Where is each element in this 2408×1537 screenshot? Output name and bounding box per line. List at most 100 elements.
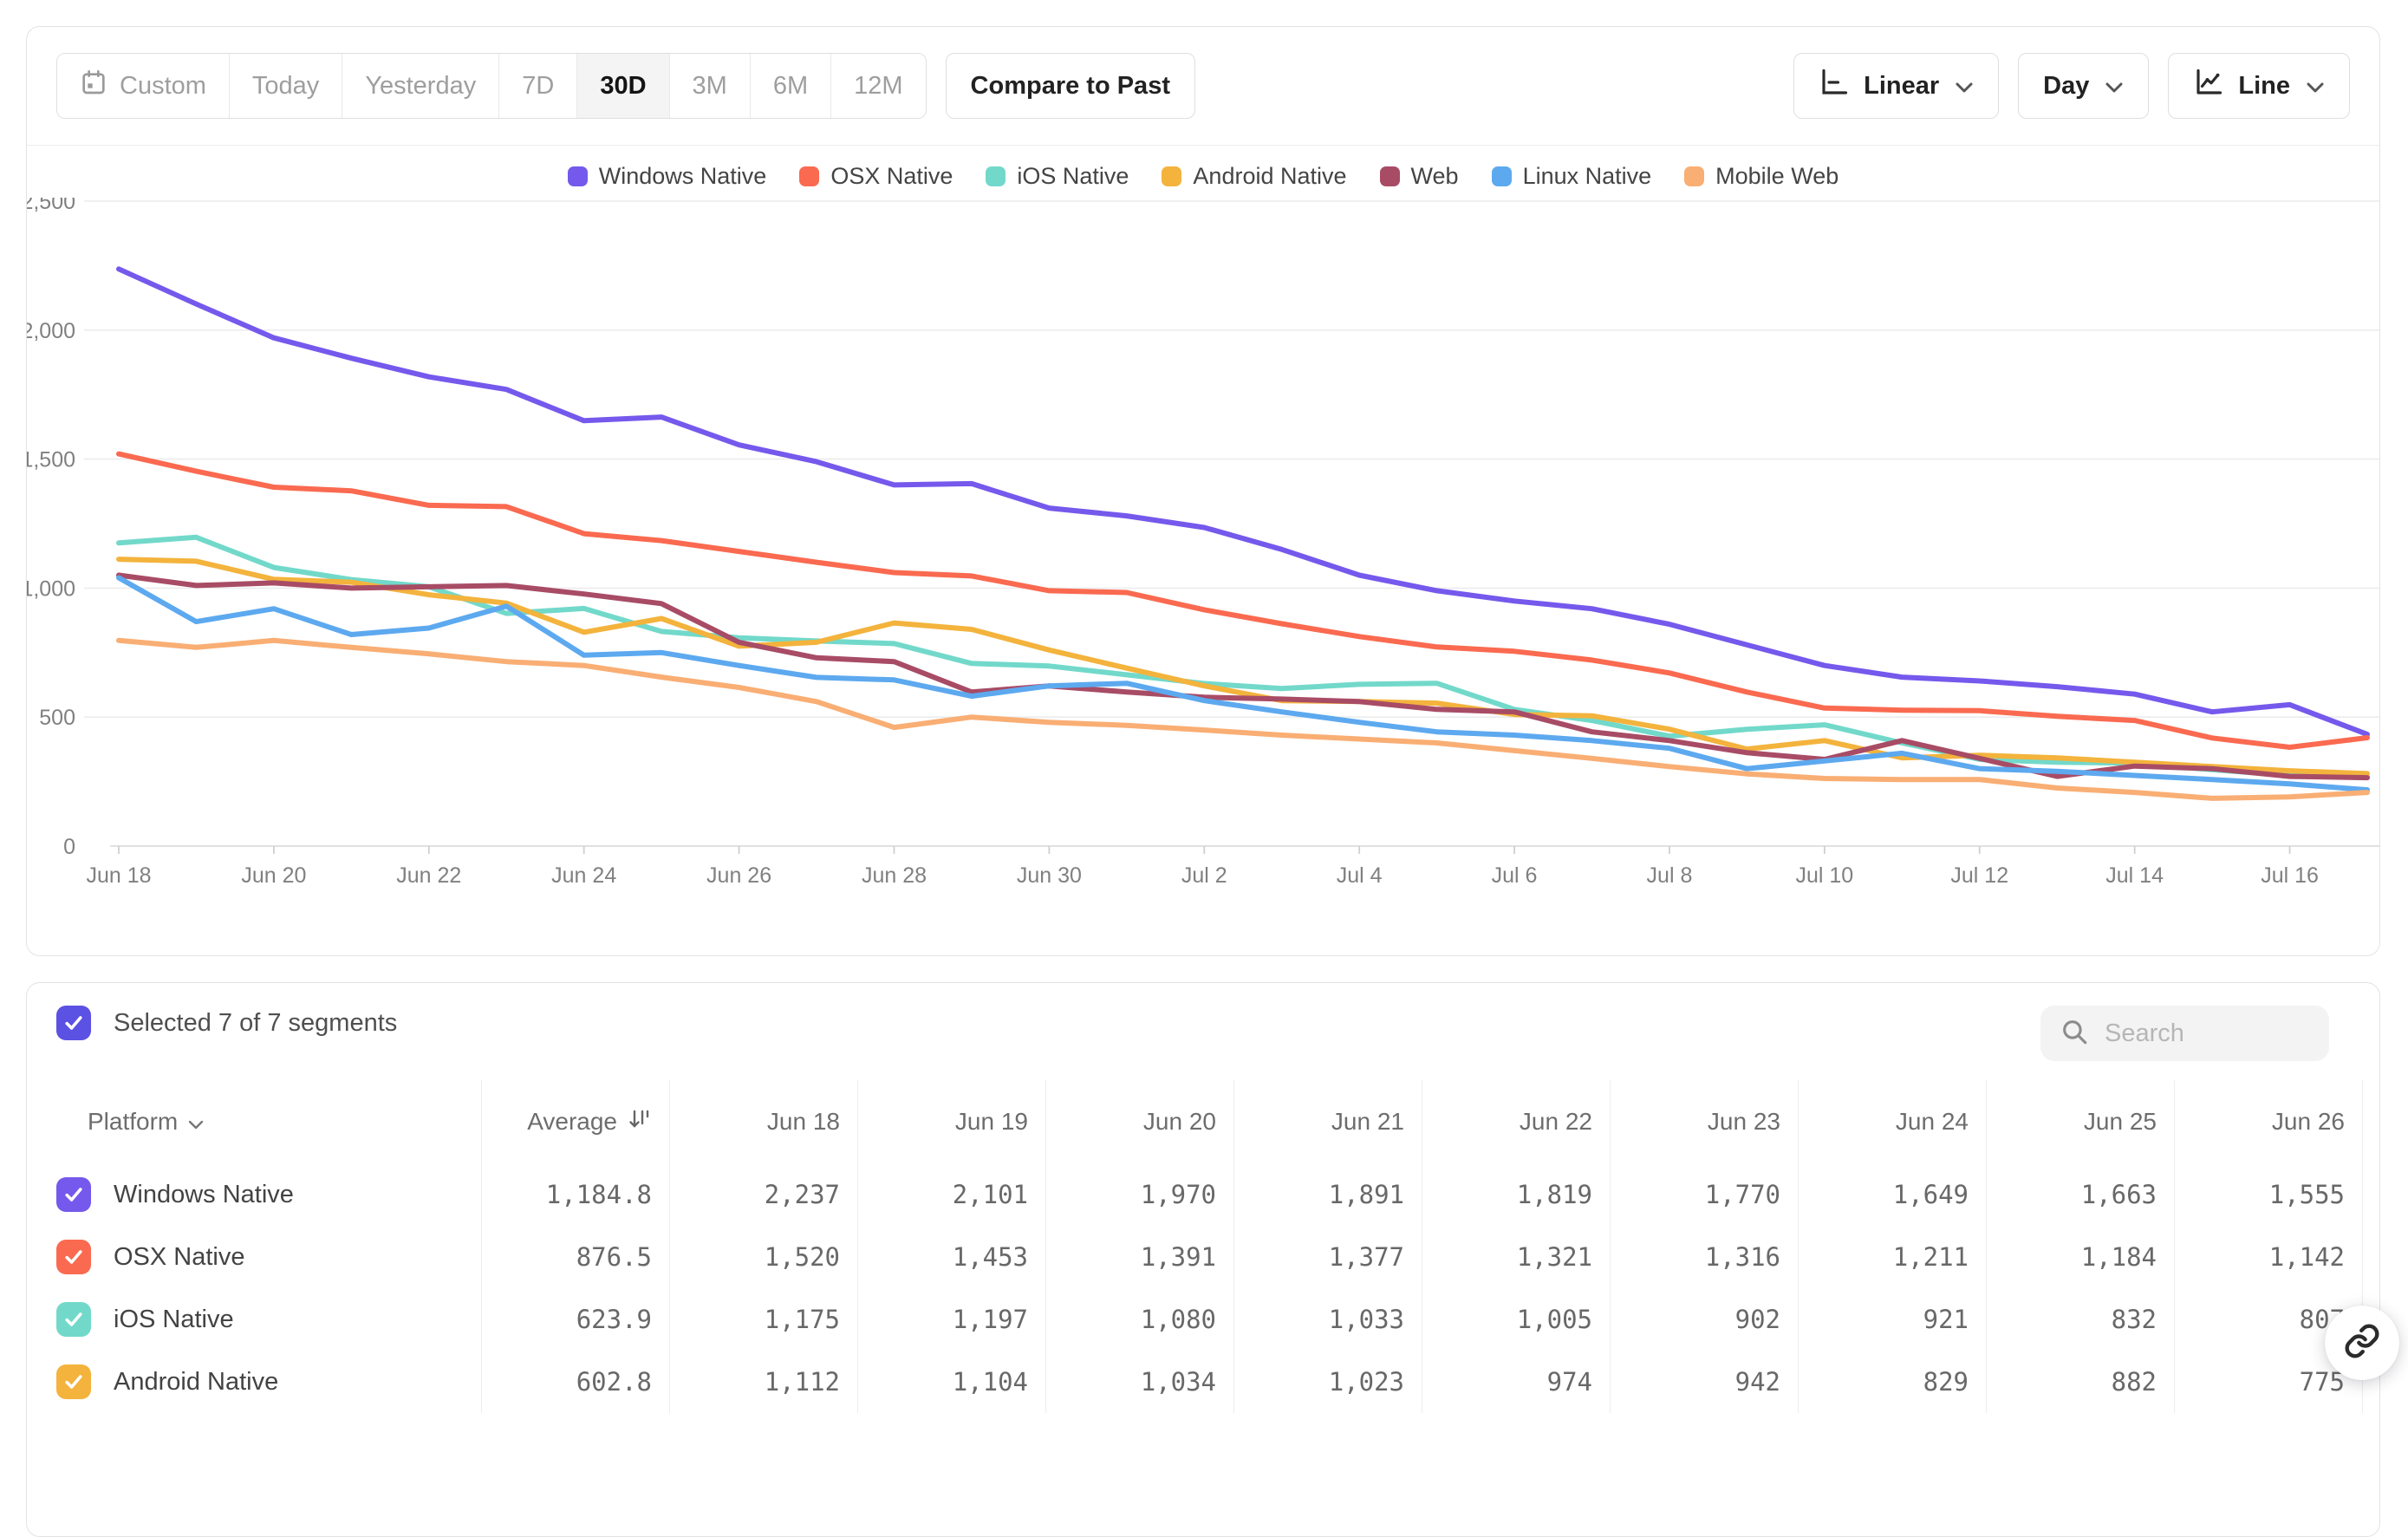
date-range-6m[interactable]: 6M [751,54,831,118]
selected-summary: Selected 7 of 7 segments [114,1009,397,1038]
cell-value: 942 [1735,1367,1780,1397]
select-all-checkbox[interactable] [56,1006,91,1040]
date-range-label: 6M [773,72,808,101]
legend-label: Windows Native [599,163,767,190]
series-line-windows-native[interactable] [119,269,2367,734]
row-checkbox[interactable] [56,1177,91,1212]
row-platform-label: Android Native [114,1368,278,1397]
svg-text:Jul 16: Jul 16 [2261,863,2319,888]
cell-value: 902 [1735,1305,1780,1334]
search-input[interactable] [2105,1019,2313,1048]
svg-text:Jul 8: Jul 8 [1647,863,1693,888]
svg-text:Jul 12: Jul 12 [1950,863,2008,888]
column-header-jun-26[interactable]: Jun 26 [2174,1080,2362,1163]
date-range-7d[interactable]: 7D [499,54,577,118]
column-header-jun-24[interactable]: Jun 24 [1798,1080,1986,1163]
cell-value: 1,033 [1329,1305,1404,1334]
column-header-platform[interactable]: Platform [27,1080,481,1163]
cell-value: 1,034 [1141,1367,1216,1397]
column-header-jun-23[interactable]: Jun 23 [1610,1080,1798,1163]
column-header-jun-21[interactable]: Jun 21 [1233,1080,1422,1163]
date-range-12m[interactable]: 12M [831,54,925,118]
cell-value: 2,237 [765,1180,840,1209]
date-range-custom[interactable]: Custom [57,54,230,118]
average-header-label: Average [527,1108,617,1136]
svg-text:Jul 2: Jul 2 [1181,863,1227,888]
date-range-yesterday[interactable]: Yesterday [342,54,499,118]
svg-text:1,000: 1,000 [27,576,75,601]
date-range-today[interactable]: Today [230,54,342,118]
copy-link-button[interactable] [2325,1306,2399,1380]
column-header-average[interactable]: Average [481,1080,669,1163]
legend-item[interactable]: Windows Native [568,163,767,190]
svg-text:0: 0 [63,835,75,859]
legend-item[interactable]: iOS Native [986,163,1129,190]
column-header-jun-20[interactable]: Jun 20 [1045,1080,1233,1163]
table-header-row: PlatformAverageJun 18Jun 19Jun 20Jun 21J… [27,1080,2379,1163]
legend-swatch [1380,166,1400,186]
cell-value: 876.5 [576,1242,652,1272]
cell-value: 2,101 [953,1180,1028,1209]
series-line-mobile-web[interactable] [119,641,2367,798]
legend-label: OSX Native [830,163,953,190]
chevron-down-icon [1955,72,1974,101]
legend-swatch [1492,166,1512,186]
legend-item[interactable]: Web [1380,163,1459,190]
row-checkbox[interactable] [56,1302,91,1337]
legend-label: Android Native [1193,163,1346,190]
legend-item[interactable]: Android Native [1162,163,1346,190]
series-line-android-native[interactable] [119,559,2367,773]
column-header-jun-25[interactable]: Jun 25 [1986,1080,2174,1163]
table-row: OSX Native876.51,5201,4531,3911,3771,321… [27,1226,2379,1288]
date-range-label: Today [252,72,319,101]
column-header-jun-19[interactable]: Jun 19 [857,1080,1045,1163]
cell-value: 882 [2112,1367,2157,1397]
legend-label: Mobile Web [1715,163,1839,190]
cell-value: 1,377 [1329,1242,1404,1272]
interval-select-button[interactable]: Day [2018,53,2149,119]
cell-value: 602.8 [576,1367,652,1397]
cell-value: 1,391 [1141,1242,1216,1272]
cell-value: 1,663 [2081,1180,2157,1209]
row-checkbox[interactable] [56,1240,91,1274]
scale-select-button[interactable]: Linear [1793,53,1999,119]
chart-legend: Windows Native OSX Native iOS Native Androi… [27,156,2379,196]
cell-value: 1,970 [1141,1180,1216,1209]
column-header-jun-18[interactable]: Jun 18 [669,1080,857,1163]
spacer [2362,1226,2388,1288]
svg-text:Jul 6: Jul 6 [1492,863,1538,888]
cell-value: 1,142 [2269,1242,2345,1272]
search-box[interactable] [2040,1006,2329,1061]
scale-select-label: Linear [1864,72,1939,101]
cell-value: 1,891 [1329,1180,1404,1209]
row-checkbox[interactable] [56,1364,91,1399]
interval-select-label: Day [2043,72,2089,101]
cell-value: 1,819 [1517,1180,1592,1209]
series-line-web[interactable] [119,576,2367,778]
svg-text:Jun 24: Jun 24 [551,863,616,888]
date-range-label: 3M [693,72,727,101]
svg-text:Jun 26: Jun 26 [706,863,771,888]
column-header-jun-22[interactable]: Jun 22 [1422,1080,1610,1163]
legend-item[interactable]: Linux Native [1492,163,1652,190]
legend-item[interactable]: OSX Native [799,163,953,190]
date-range-30d[interactable]: 30D [577,54,669,118]
sort-descending-icon [626,1106,652,1138]
svg-text:Jun 18: Jun 18 [86,863,151,888]
chart-type-select-button[interactable]: Line [2168,53,2350,119]
legend-label: Web [1411,163,1459,190]
legend-item[interactable]: Mobile Web [1684,163,1839,190]
date-range-label: 30D [600,72,646,101]
cell-value: 1,104 [953,1367,1028,1397]
row-platform-label: OSX Native [114,1243,245,1272]
cell-value: 1,316 [1705,1242,1780,1272]
spacer [2362,1163,2388,1226]
line-chart[interactable]: 05001,0001,5002,0002,500Jun 18Jun 20Jun … [27,198,2379,891]
series-line-osx-native[interactable] [119,454,2367,747]
table-controls: Selected 7 of 7 segments [27,983,2379,1080]
date-range-3m[interactable]: 3M [670,54,751,118]
legend-swatch [799,166,819,186]
svg-text:2,500: 2,500 [27,198,75,214]
compare-to-past-button[interactable]: Compare to Past [946,53,1195,119]
date-range-label: 7D [522,72,554,101]
